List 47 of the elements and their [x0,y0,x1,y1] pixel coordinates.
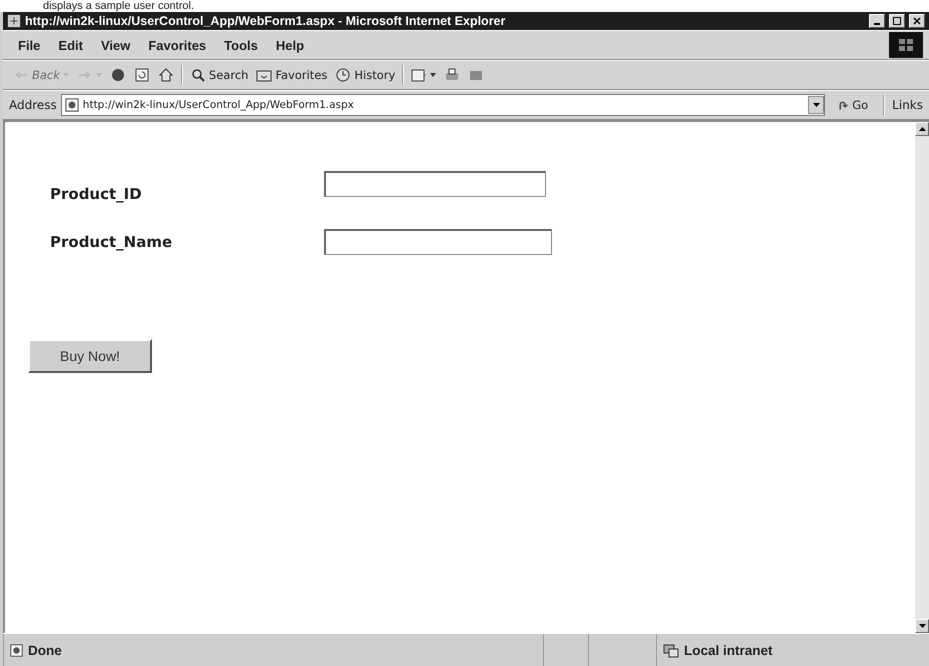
home-icon [158,67,174,83]
menu-item[interactable]: Help [266,38,314,52]
close-button[interactable] [909,14,925,28]
printer-icon [444,67,460,83]
window-title: http://win2k-linux/UserControl_App/WebForm1.aspx - Microsoft Internet Explorer [25,14,506,28]
caret-icon [430,73,436,77]
maximize-button[interactable] [889,14,905,28]
intranet-icon [663,642,679,658]
menu-item[interactable]: Edit [49,38,92,52]
status-text: Done [3,634,543,666]
ie-icon [7,14,21,28]
magnifier-button[interactable]: Search [186,67,252,83]
links-button[interactable]: Links [892,98,923,112]
scrollbar[interactable] [915,122,929,633]
address-field[interactable]: http://win2k-linux/UserControl_App/WebForm1.aspx [60,94,826,116]
go-button[interactable]: Go [829,98,876,112]
buy-now-button[interactable]: Buy Now! [28,339,152,373]
scroll-down-icon[interactable] [918,624,926,628]
menu-item[interactable]: Favorites [139,38,216,52]
magnifier-icon [190,67,206,83]
menu-item[interactable]: View [92,38,140,52]
dropdown-button[interactable] [808,96,824,114]
address-label: Address [9,98,57,112]
zone-indicator: Local intranet [656,634,929,666]
folder-button[interactable]: Favorites [252,67,332,83]
clock-icon [335,67,352,83]
caret-icon [96,73,102,77]
scroll-up-icon[interactable] [918,127,926,131]
page-icon [10,644,23,656]
caret-icon [812,103,820,107]
maximize-icon [893,17,901,25]
menu-item[interactable]: Tools [215,38,267,52]
close-icon [913,17,921,25]
go-arrow-icon [837,98,850,112]
minimize-button[interactable] [869,14,885,28]
stop-icon [110,67,126,83]
clock-button[interactable]: History [331,67,400,83]
text-field[interactable] [324,229,552,255]
text-field[interactable] [324,171,546,197]
caption-text: displays a sample user control. [43,0,194,12]
refresh-icon [134,67,150,83]
caret-icon [62,73,69,77]
page-icon [64,98,79,112]
field-label: Product_ID [50,185,143,203]
menu-item[interactable]: File [9,38,50,52]
windows-logo-icon [889,32,923,58]
field-label: Product_Name [50,233,174,251]
